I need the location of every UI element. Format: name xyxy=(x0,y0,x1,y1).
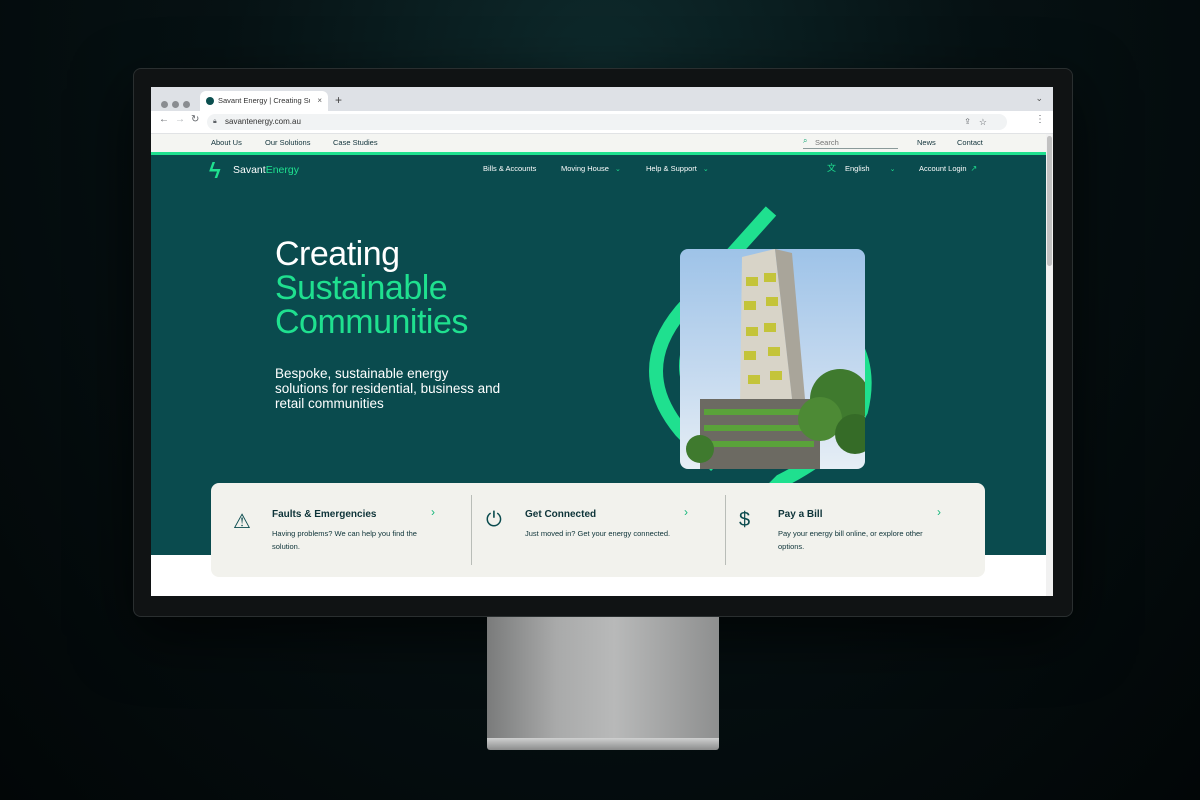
bookmark-star-icon[interactable]: ☆ xyxy=(979,114,987,130)
back-icon[interactable]: ← xyxy=(159,114,169,125)
monitor-stand-base xyxy=(487,738,719,750)
chevron-down-icon: ⌄ xyxy=(614,166,621,173)
util-link-contact[interactable]: Contact xyxy=(957,138,983,147)
scrollbar-thumb[interactable] xyxy=(1047,136,1052,266)
card-faults-emergencies[interactable]: ⚠ Faults & Emergencies Having problems? … xyxy=(211,483,461,577)
hand-dollar-icon: $ xyxy=(739,509,751,531)
nav-moving-house[interactable]: Moving House ⌄ xyxy=(561,164,621,173)
logo-mark-icon: ϟ xyxy=(209,158,221,183)
site-search: ⌕ xyxy=(803,135,898,149)
forward-icon[interactable]: → xyxy=(175,114,185,125)
search-input[interactable] xyxy=(813,135,897,149)
new-tab-button[interactable]: + xyxy=(335,91,342,109)
util-link-about-us[interactable]: About Us xyxy=(211,138,242,147)
nav-help-support[interactable]: Help & Support ⌄ xyxy=(646,164,709,173)
favicon-icon xyxy=(206,97,214,105)
card-title: Pay a Bill xyxy=(778,509,823,520)
building-photo xyxy=(680,249,865,469)
chevron-right-icon[interactable]: › xyxy=(937,505,941,519)
card-get-connected[interactable]: ⏻ Get Connected Just moved in? Get your … xyxy=(464,483,714,577)
hero-line-1: Creating xyxy=(275,235,400,273)
card-pay-bill[interactable]: $ Pay a Bill Pay your energy bill online… xyxy=(717,483,967,577)
nav-bills-accounts[interactable]: Bills & Accounts xyxy=(483,164,536,173)
card-desc: Having problems? We can help you find th… xyxy=(272,529,417,551)
url-text: savantenergy.com.au xyxy=(225,117,301,126)
search-icon[interactable]: ⌕ xyxy=(803,136,807,146)
translate-icon: 文 xyxy=(827,163,837,173)
warning-icon: ⚠ xyxy=(233,511,251,533)
chevron-down-icon: ⌄ xyxy=(702,166,709,173)
reload-icon[interactable]: ↻ xyxy=(191,114,199,125)
chevron-down-icon: ⌄ xyxy=(889,166,896,173)
hero-line-3: Communities xyxy=(275,303,468,341)
tab-search-icon[interactable]: ⌄ xyxy=(1035,93,1043,104)
chevron-right-icon[interactable]: › xyxy=(431,505,435,519)
hero-line-2: Sustainable xyxy=(275,269,448,307)
page-scrollbar[interactable] xyxy=(1046,134,1053,596)
chevron-right-icon[interactable]: › xyxy=(684,505,688,519)
logo-wordmark: SavantEnergy xyxy=(233,164,299,176)
util-link-our-solutions[interactable]: Our Solutions xyxy=(265,138,310,147)
tab-title: Savant Energy | Creating Sust xyxy=(218,96,310,105)
hero-headline: Creating Sustainable Communities xyxy=(275,237,468,339)
browser-menu-icon[interactable]: ⋮ xyxy=(1035,114,1045,125)
hero-subtitle: Bespoke, sustainable energy solutions fo… xyxy=(275,366,501,411)
account-login-link[interactable]: Account Login ↗ xyxy=(919,164,977,173)
building-illustration xyxy=(686,249,865,469)
quick-links-panel: ⚠ Faults & Emergencies Having problems? … xyxy=(211,483,985,577)
browser-toolbar: ← → ↻ 🔒︎ savantenergy.com.au ⇪ ☆ ⋮ xyxy=(151,111,1053,134)
browser-tab[interactable]: Savant Energy | Creating Sust × xyxy=(200,91,328,111)
monitor-stand xyxy=(487,617,719,739)
share-icon[interactable]: ⇪ xyxy=(964,114,971,130)
card-desc: Pay your energy bill online, or explore … xyxy=(778,529,923,551)
card-title: Faults & Emergencies xyxy=(272,509,377,520)
utility-nav: About Us Our Solutions Case Studies ⌕ Ne… xyxy=(151,134,1046,155)
util-link-news[interactable]: News xyxy=(917,138,936,147)
lock-icon: 🔒︎ xyxy=(213,118,217,125)
language-selector[interactable]: English ⌄ xyxy=(845,164,895,173)
card-title: Get Connected xyxy=(525,509,597,520)
close-tab-icon[interactable]: × xyxy=(317,91,322,111)
tab-bar: Savant Energy | Creating Sust × + ⌄ xyxy=(151,87,1053,111)
external-link-icon: ↗ xyxy=(970,164,978,173)
browser-window: Savant Energy | Creating Sust × + ⌄ ← → … xyxy=(151,87,1053,596)
plug-icon: ⏻ xyxy=(486,509,502,531)
address-bar[interactable]: 🔒︎ savantenergy.com.au ⇪ ☆ xyxy=(207,114,1007,130)
card-desc: Just moved in? Get your energy connected… xyxy=(525,529,671,538)
util-link-case-studies[interactable]: Case Studies xyxy=(333,138,378,147)
